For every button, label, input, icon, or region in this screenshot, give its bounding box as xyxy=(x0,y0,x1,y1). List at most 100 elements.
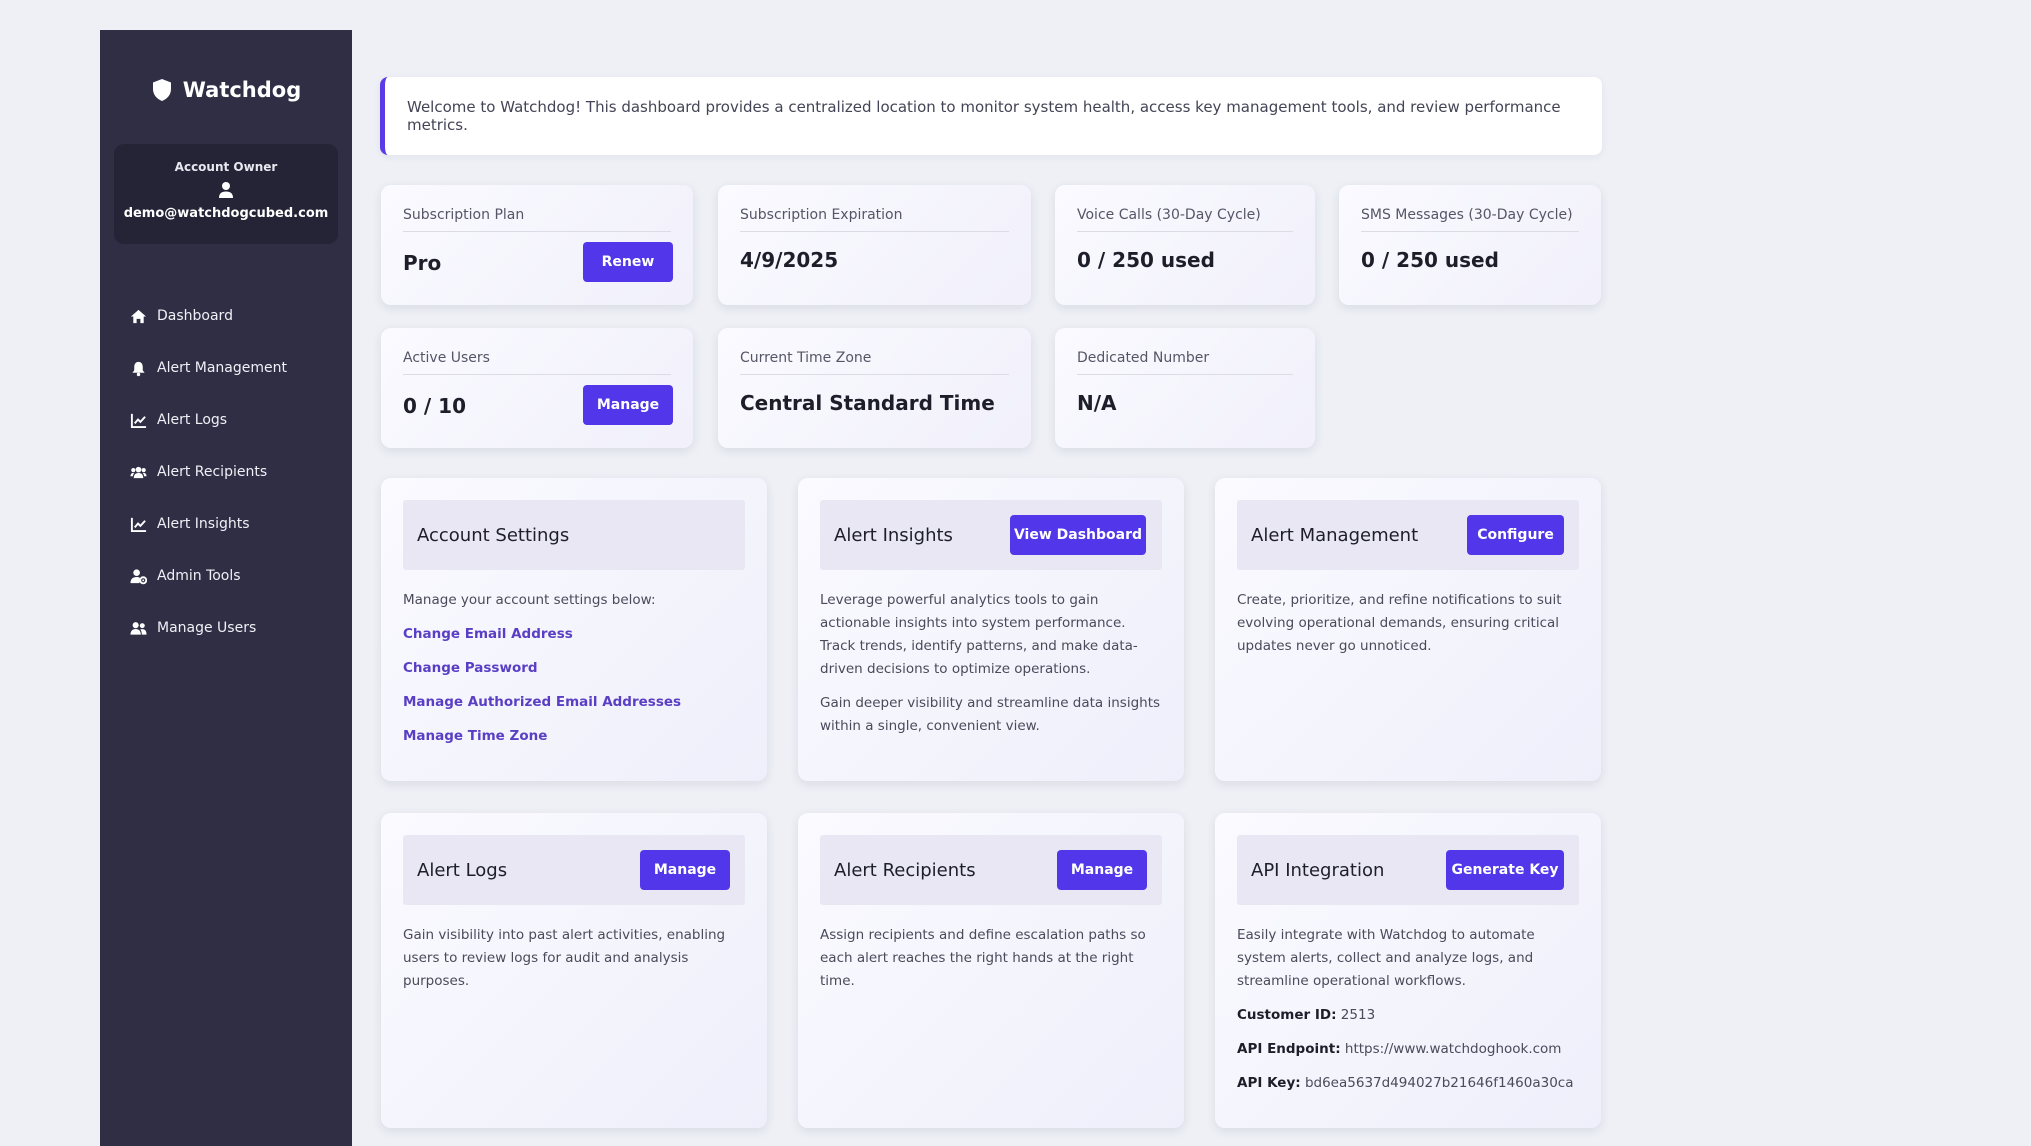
api-endpoint-label: API Endpoint: xyxy=(1237,1041,1341,1057)
api-key-label: API Key: xyxy=(1237,1075,1301,1091)
users-icon xyxy=(130,621,147,635)
sidebar-item-admin-tools[interactable]: Admin Tools xyxy=(100,550,352,602)
customer-id-label: Customer ID: xyxy=(1237,1007,1337,1023)
bell-icon xyxy=(132,361,145,376)
card-title: API Integration xyxy=(1251,859,1385,881)
change-email-link[interactable]: Change Email Address xyxy=(403,623,745,646)
generate-key-button[interactable]: Generate Key xyxy=(1446,850,1564,890)
stat-dedicated-number: Dedicated Number N/A xyxy=(1055,328,1315,448)
stat-label: Subscription Expiration xyxy=(740,207,1009,232)
shield-icon xyxy=(152,79,171,101)
stat-value: 0 / 250 used xyxy=(1361,248,1499,272)
change-password-link[interactable]: Change Password xyxy=(403,657,745,680)
card-header: Alert Insights View Dashboard xyxy=(820,500,1162,570)
brand[interactable]: Watchdog xyxy=(100,70,352,110)
card-title: Alert Management xyxy=(1251,524,1419,546)
card-body: Gain visibility into past alert activiti… xyxy=(403,924,745,1004)
stat-label: Dedicated Number xyxy=(1077,350,1293,375)
card-body: Manage your account settings below: Chan… xyxy=(403,589,745,759)
view-dashboard-button[interactable]: View Dashboard xyxy=(1010,515,1146,555)
home-icon xyxy=(130,309,147,323)
sidebar-item-label: Dashboard xyxy=(157,308,233,324)
card-body: Easily integrate with Watchdog to automa… xyxy=(1237,924,1579,1106)
sidebar-item-alert-recipients[interactable]: Alert Recipients xyxy=(100,446,352,498)
stat-label: SMS Messages (30-Day Cycle) xyxy=(1361,207,1579,232)
card-alert-logs: Alert Logs Manage Gain visibility into p… xyxy=(381,813,767,1128)
manage-logs-button[interactable]: Manage xyxy=(640,850,730,890)
line-chart-icon xyxy=(130,413,147,428)
card-account-settings: Account Settings Manage your account set… xyxy=(381,478,767,781)
card-body: Assign recipients and define escalation … xyxy=(820,924,1162,1004)
stat-value: Pro xyxy=(403,251,442,275)
stat-active-users: Active Users 0 / 10 Manage xyxy=(381,328,693,448)
stat-label: Subscription Plan xyxy=(403,207,671,232)
stat-value: 4/9/2025 xyxy=(740,248,839,272)
manage-time-zone-link[interactable]: Manage Time Zone xyxy=(403,725,745,748)
sidebar: Watchdog Account Owner demo@watchdogcube… xyxy=(100,30,352,1146)
customer-id: Customer ID: 2513 xyxy=(1237,1004,1579,1027)
card-text: Assign recipients and define escalation … xyxy=(820,927,1146,989)
api-key-value: bd6ea5637d494027b21646f1460a30ca xyxy=(1304,1075,1574,1091)
sidebar-item-label: Alert Insights xyxy=(157,516,250,532)
manage-authorized-emails-link[interactable]: Manage Authorized Email Addresses xyxy=(403,691,745,714)
sidebar-item-label: Alert Logs xyxy=(157,412,228,428)
card-text: Gain deeper visibility and streamline da… xyxy=(820,695,1161,734)
stat-value: 0 / 10 xyxy=(403,394,466,418)
owner-label: Account Owner xyxy=(174,160,278,174)
stat-value: 0 / 250 used xyxy=(1077,248,1215,272)
brand-name: Watchdog xyxy=(182,78,302,102)
users-group-icon xyxy=(130,466,147,478)
card-api-integration: API Integration Generate Key Easily inte… xyxy=(1215,813,1601,1128)
card-alert-management: Alert Management Configure Create, prior… xyxy=(1215,478,1601,781)
card-text: Create, prioritize, and refine notificat… xyxy=(1237,592,1562,654)
stat-value: N/A xyxy=(1077,391,1117,415)
stat-subscription-plan: Subscription Plan Pro Renew xyxy=(381,185,693,305)
customer-id-value: 2513 xyxy=(1340,1007,1376,1023)
card-title: Alert Logs xyxy=(417,859,508,881)
stat-time-zone: Current Time Zone Central Standard Time xyxy=(718,328,1031,448)
card-header: Alert Management Configure xyxy=(1237,500,1579,570)
manage-recipients-button[interactable]: Manage xyxy=(1057,850,1147,890)
card-text: Easily integrate with Watchdog to automa… xyxy=(1237,927,1535,989)
sidebar-nav: Dashboard Alert Management Alert Logs Al… xyxy=(100,290,352,654)
stat-voice-calls: Voice Calls (30-Day Cycle) 0 / 250 used xyxy=(1055,185,1315,305)
manage-users-button[interactable]: Manage xyxy=(583,385,673,425)
sidebar-item-label: Alert Recipients xyxy=(157,464,268,480)
stat-label: Current Time Zone xyxy=(740,350,1009,375)
sidebar-item-alert-logs[interactable]: Alert Logs xyxy=(100,394,352,446)
card-title: Account Settings xyxy=(417,524,570,546)
card-text: Gain visibility into past alert activiti… xyxy=(403,927,726,989)
sidebar-item-dashboard[interactable]: Dashboard xyxy=(100,290,352,342)
sidebar-item-label: Alert Management xyxy=(157,360,287,376)
stat-label: Voice Calls (30-Day Cycle) xyxy=(1077,207,1293,232)
owner-email: demo@watchdogcubed.com xyxy=(123,206,329,221)
card-intro: Manage your account settings below: xyxy=(403,592,656,608)
user-gear-icon xyxy=(130,568,147,584)
api-endpoint-value: https://www.watchdoghook.com xyxy=(1344,1041,1562,1057)
card-alert-insights: Alert Insights View Dashboard Leverage p… xyxy=(798,478,1184,781)
sidebar-item-alert-management[interactable]: Alert Management xyxy=(100,342,352,394)
card-title: Alert Insights xyxy=(834,524,953,546)
sidebar-item-manage-users[interactable]: Manage Users xyxy=(100,602,352,654)
card-body: Leverage powerful analytics tools to gai… xyxy=(820,589,1162,749)
welcome-banner: Welcome to Watchdog! This dashboard prov… xyxy=(380,77,1602,155)
stat-sms-messages: SMS Messages (30-Day Cycle) 0 / 250 used xyxy=(1339,185,1601,305)
stat-label: Active Users xyxy=(403,350,671,375)
card-alert-recipients: Alert Recipients Manage Assign recipient… xyxy=(798,813,1184,1128)
card-header: Account Settings xyxy=(403,500,745,570)
configure-button[interactable]: Configure xyxy=(1467,515,1564,555)
card-body: Create, prioritize, and refine notificat… xyxy=(1237,589,1579,669)
sidebar-item-alert-insights[interactable]: Alert Insights xyxy=(100,498,352,550)
card-header: Alert Logs Manage xyxy=(403,835,745,905)
renew-button[interactable]: Renew xyxy=(583,242,673,282)
card-header: API Integration Generate Key xyxy=(1237,835,1579,905)
card-title: Alert Recipients xyxy=(834,859,976,881)
stat-subscription-expiration: Subscription Expiration 4/9/2025 xyxy=(718,185,1031,305)
sidebar-item-label: Admin Tools xyxy=(157,568,241,584)
api-endpoint: API Endpoint: https://www.watchdoghook.c… xyxy=(1237,1038,1579,1061)
card-header: Alert Recipients Manage xyxy=(820,835,1162,905)
line-chart-icon xyxy=(130,517,147,532)
api-key: API Key: bd6ea5637d494027b21646f1460a30c… xyxy=(1237,1072,1579,1095)
stat-value: Central Standard Time xyxy=(740,391,995,415)
account-owner-box: Account Owner demo@watchdogcubed.com xyxy=(114,144,338,244)
